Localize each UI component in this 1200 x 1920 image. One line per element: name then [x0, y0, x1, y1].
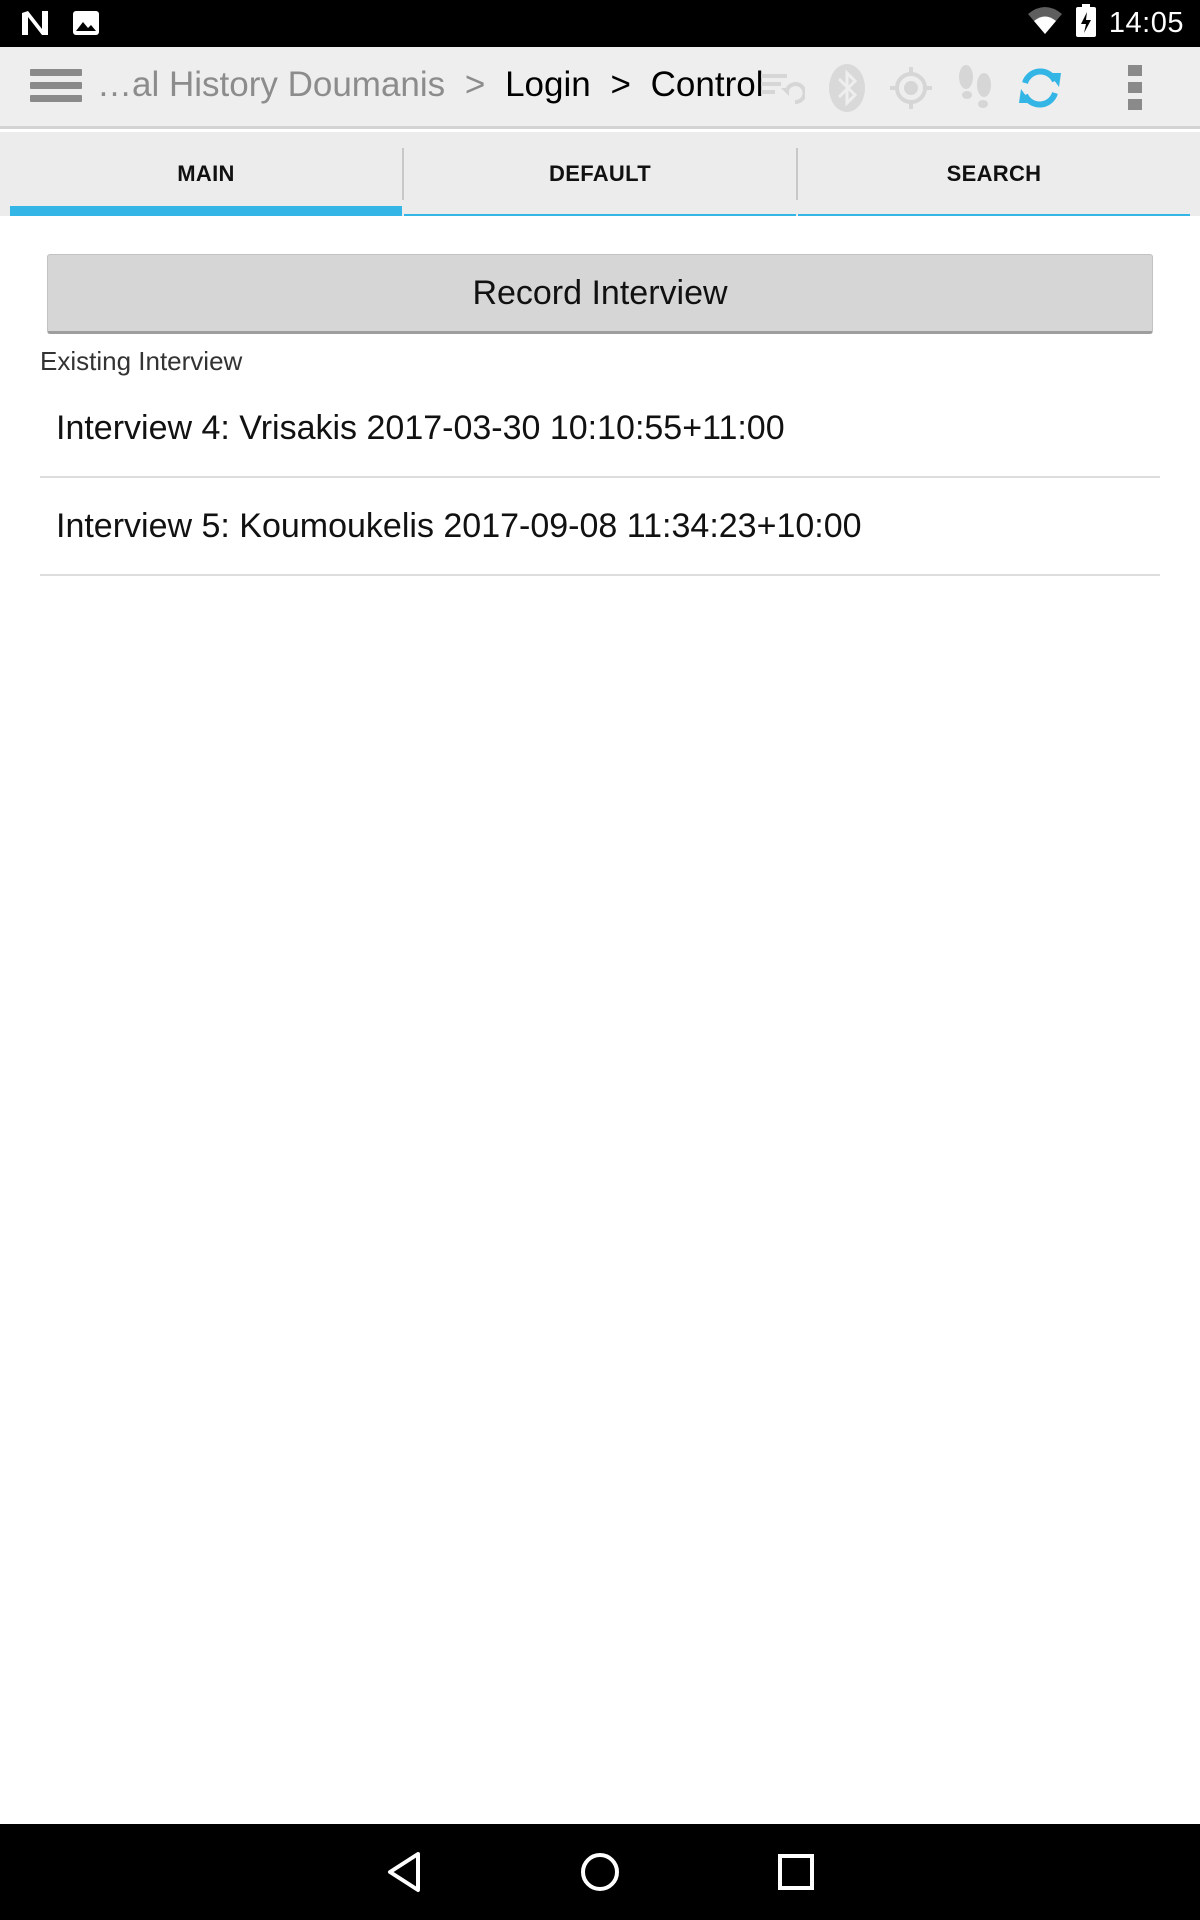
- tab-bar: MAIN DEFAULT SEARCH: [0, 132, 1200, 216]
- sync-list-icon[interactable]: [755, 61, 809, 115]
- sync-icon[interactable]: [1013, 61, 1067, 115]
- interview-list: Interview 4: Vrisakis 2017-03-30 10:10:5…: [40, 380, 1160, 576]
- tab-main[interactable]: MAIN: [10, 132, 402, 216]
- n-notification-icon: [20, 9, 50, 42]
- interview-list-item[interactable]: Interview 4: Vrisakis 2017-03-30 10:10:5…: [40, 380, 1160, 478]
- navigation-bar: [0, 1824, 1200, 1920]
- tracking-footsteps-icon[interactable]: [948, 61, 1002, 115]
- home-icon[interactable]: [572, 1844, 628, 1900]
- battery-charging-icon: [1075, 4, 1097, 43]
- back-icon[interactable]: [376, 1844, 432, 1900]
- tab-search-indicator: [798, 214, 1190, 216]
- image-notification-icon: [72, 9, 100, 42]
- status-bar: 14:05: [0, 0, 1200, 47]
- tab-search[interactable]: SEARCH: [798, 132, 1190, 216]
- recents-icon[interactable]: [768, 1844, 824, 1900]
- action-bar: …al History Doumanis > Login > Control: [0, 47, 1200, 129]
- interview-list-item[interactable]: Interview 5: Koumoukelis 2017-09-08 11:3…: [40, 478, 1160, 576]
- tab-default-indicator: [404, 214, 796, 216]
- record-interview-button[interactable]: Record Interview: [47, 254, 1153, 334]
- tab-main-indicator: [10, 206, 402, 216]
- gps-icon[interactable]: [884, 61, 938, 115]
- clock: 14:05: [1108, 7, 1184, 39]
- tab-default[interactable]: DEFAULT: [404, 132, 796, 216]
- existing-interview-label: Existing Interview: [40, 346, 243, 376]
- wifi-icon: [1027, 6, 1063, 41]
- overflow-menu-icon[interactable]: [1108, 61, 1162, 115]
- bluetooth-icon[interactable]: [820, 61, 874, 115]
